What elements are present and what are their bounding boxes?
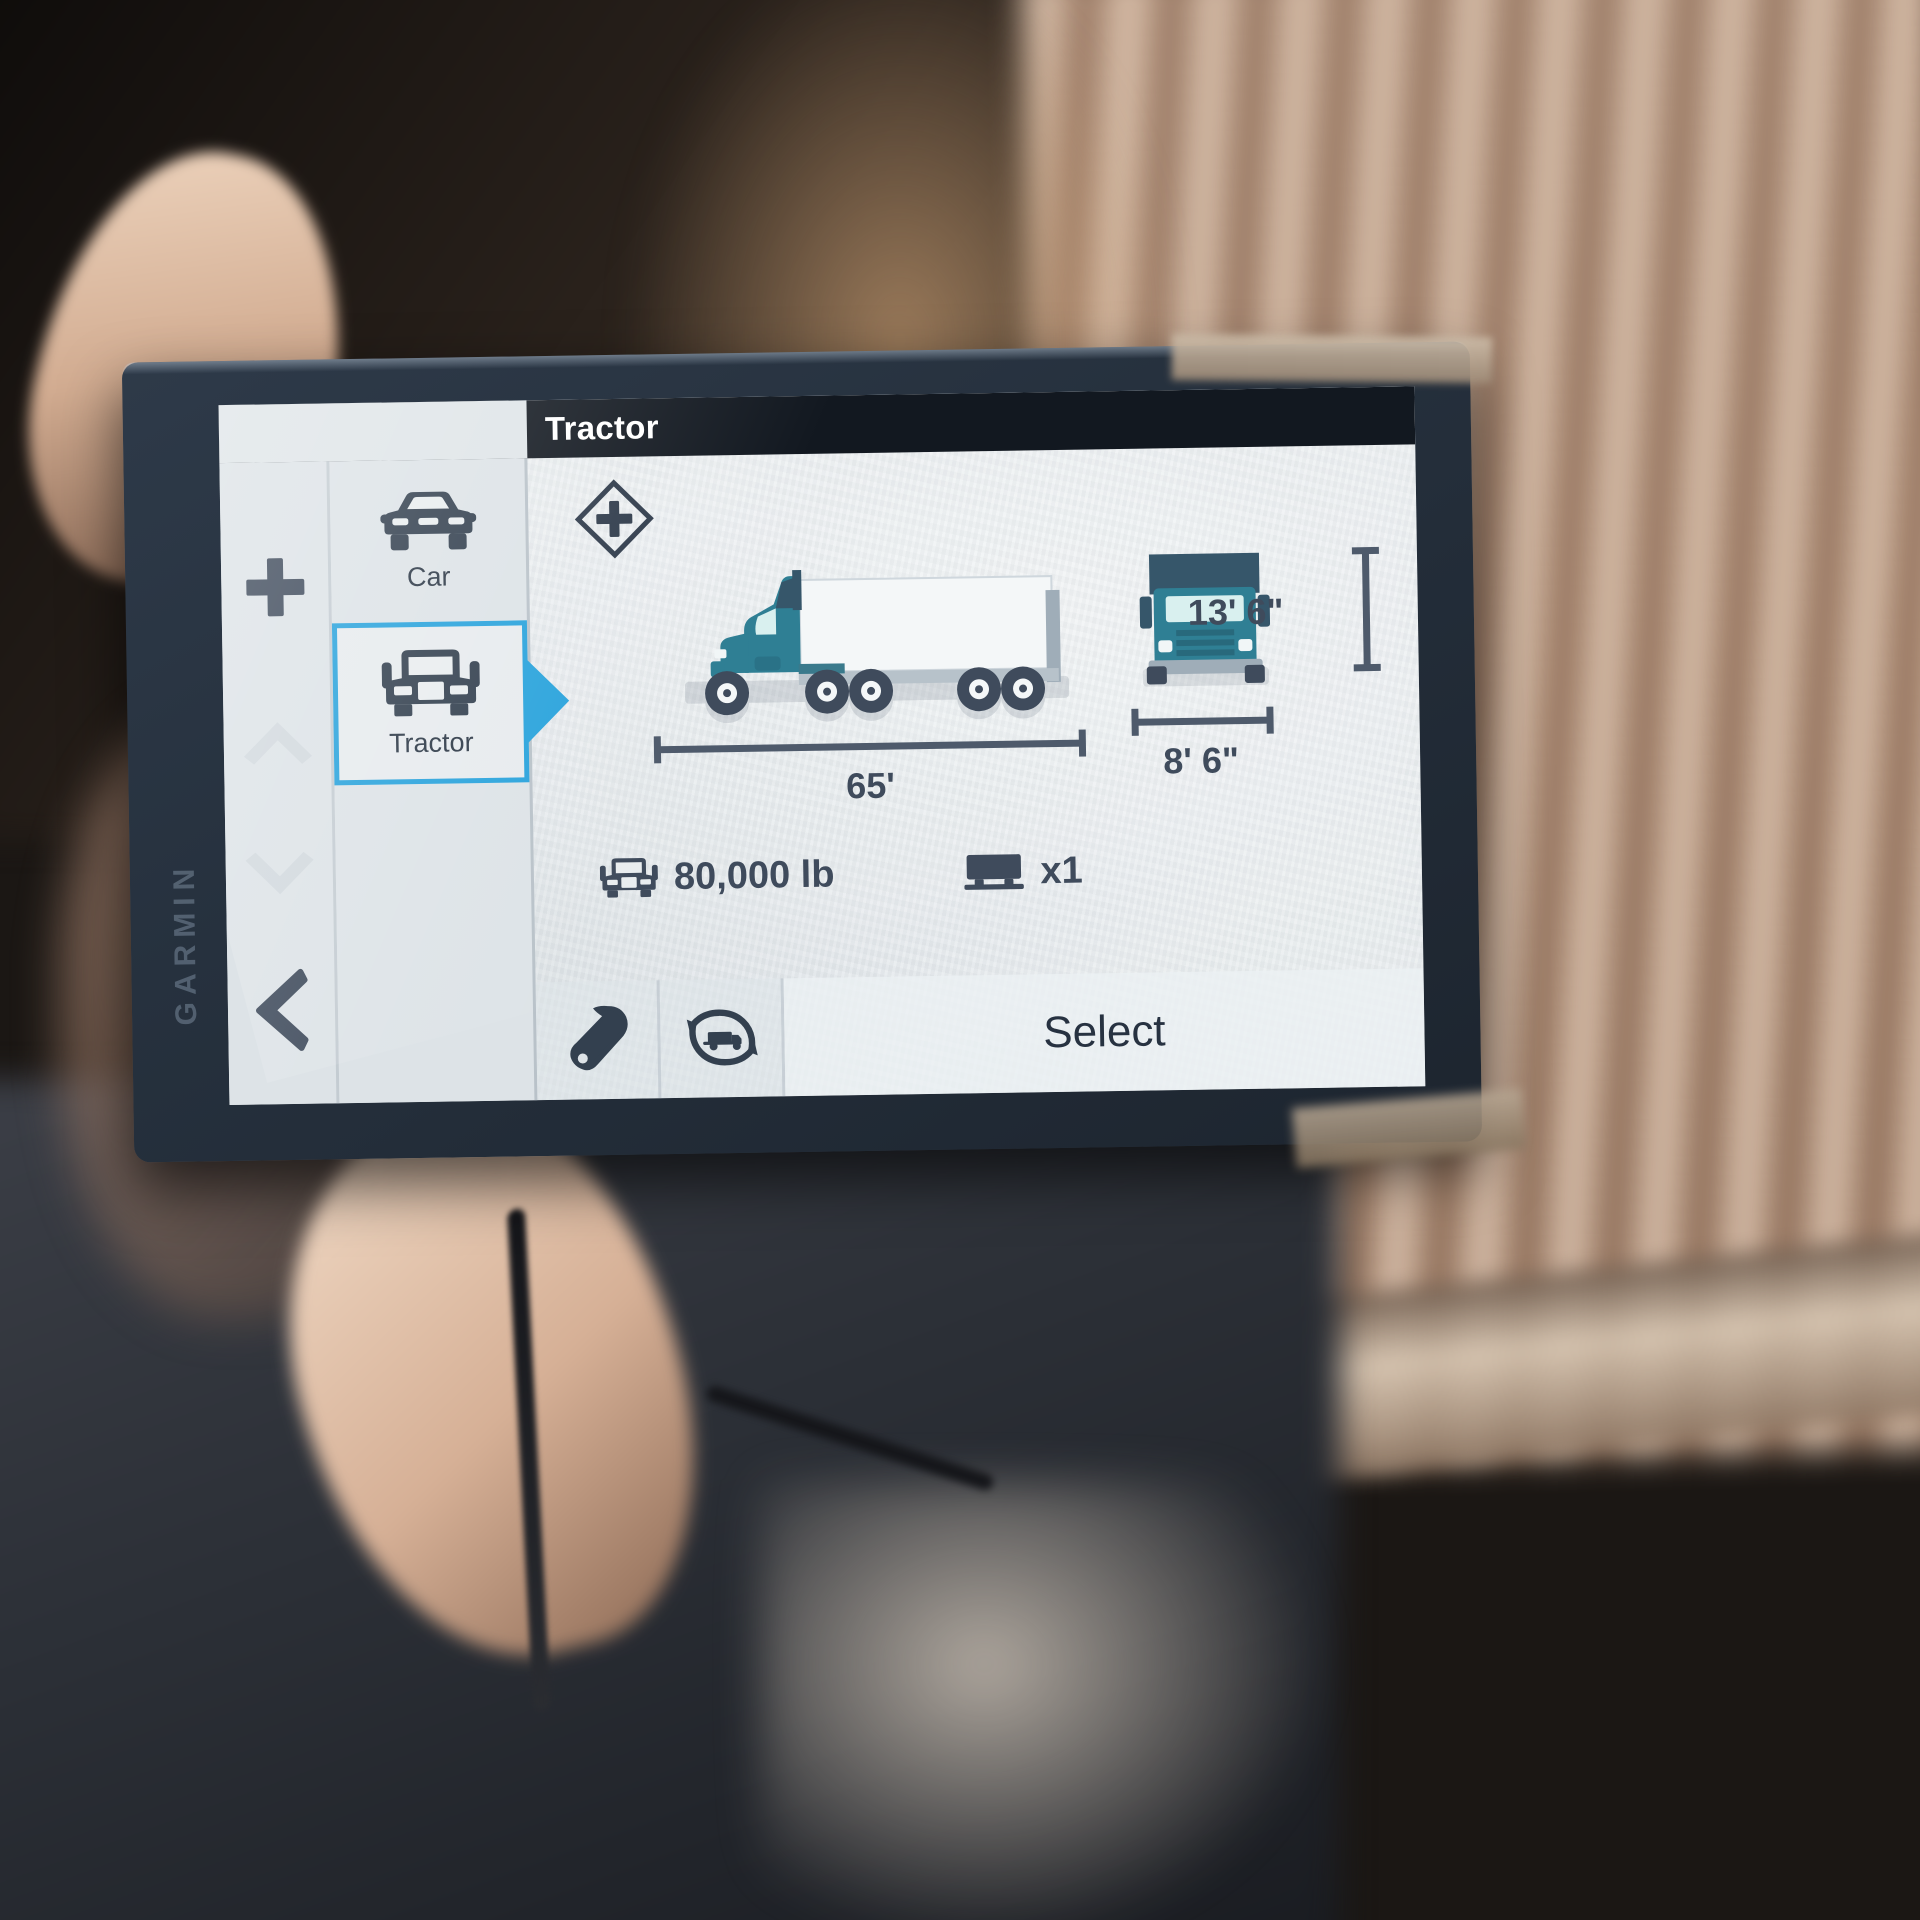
device-tape-top bbox=[1171, 333, 1493, 384]
length-dimension-bar bbox=[650, 729, 1090, 764]
height-value: 13' 6" bbox=[1187, 590, 1284, 633]
vehicle-illustration-area: 65' 13' 6" 8' 6" 80,000 lb x1 bbox=[527, 444, 1423, 982]
dimension-line-vertical bbox=[1361, 551, 1371, 668]
trailer-swap-icon bbox=[676, 1001, 765, 1076]
page-title: Tractor bbox=[544, 408, 660, 447]
dimension-cap-right bbox=[1078, 729, 1087, 757]
bottom-toolbar: Select bbox=[535, 968, 1426, 1101]
dimension-line bbox=[1135, 716, 1270, 726]
back-button[interactable] bbox=[252, 968, 311, 1053]
background-lap-highlight bbox=[760, 1480, 1320, 1920]
truck-front-icon bbox=[599, 846, 658, 909]
width-dimension-bar bbox=[1127, 706, 1277, 736]
vehicle-tile-car[interactable]: Car bbox=[329, 458, 527, 623]
vehicle-tile-tractor[interactable]: Tractor bbox=[331, 620, 570, 786]
vehicle-stats-row: 80,000 lb x1 bbox=[533, 834, 1422, 910]
vehicle-tile-tractor-label: Tractor bbox=[388, 726, 474, 758]
gps-screen: Tractor Car Tractor 65' 13' 6" 8' 6" 80,… bbox=[218, 386, 1426, 1106]
garmin-gps-device: GARMIN Tractor Car Tractor 65' 13' 6" 8'… bbox=[121, 333, 1527, 1169]
front-dimension-group: 13' 6" 8' 6" bbox=[1119, 544, 1423, 783]
select-button[interactable]: Select bbox=[783, 968, 1426, 1097]
semi-truck-side-view-icon bbox=[647, 559, 1089, 726]
select-button-label: Select bbox=[1042, 1006, 1166, 1058]
stat-trailer-count: x1 bbox=[962, 849, 1083, 895]
navigation-rail bbox=[219, 461, 340, 1106]
photograph-scene: GARMIN Tractor Car Tractor 65' 13' 6" 8'… bbox=[0, 0, 1920, 1920]
truck-front-icon bbox=[381, 647, 480, 719]
dimension-line bbox=[657, 739, 1082, 754]
car-front-icon bbox=[379, 489, 476, 553]
vehicle-detail-pane: 65' 13' 6" 8' 6" 80,000 lb x1 Select bbox=[527, 444, 1426, 1101]
vehicle-type-list: Car Tractor bbox=[329, 458, 570, 1104]
edit-vehicle-button[interactable] bbox=[535, 980, 662, 1101]
selected-tile-pointer bbox=[524, 656, 570, 746]
length-dimension-group: 65' bbox=[647, 559, 1091, 810]
garmin-logo: GARMIN bbox=[167, 861, 204, 1026]
length-value: 65' bbox=[845, 764, 896, 807]
width-value: 8' 6" bbox=[1163, 739, 1240, 782]
swap-trailer-button[interactable] bbox=[659, 978, 786, 1099]
scroll-up-button[interactable] bbox=[235, 712, 320, 765]
weight-value: 80,000 lb bbox=[673, 853, 835, 898]
dimension-cap-bottom bbox=[1353, 663, 1381, 672]
stat-weight: 80,000 lb bbox=[599, 844, 835, 910]
scroll-down-button[interactable] bbox=[237, 851, 322, 905]
trailer-icon bbox=[962, 850, 1025, 895]
height-dimension-bar bbox=[1351, 545, 1381, 673]
trailer-count-value: x1 bbox=[1040, 849, 1084, 892]
vehicle-tile-car-label: Car bbox=[406, 561, 451, 592]
screen-body: Car Tractor 65' 13' 6" 8' 6" 80,000 lb x… bbox=[219, 444, 1426, 1106]
title-bar-left-spacer bbox=[218, 400, 528, 464]
dimension-cap-right bbox=[1266, 706, 1274, 734]
add-vehicle-button[interactable] bbox=[237, 550, 312, 625]
wrench-icon bbox=[562, 1004, 631, 1077]
